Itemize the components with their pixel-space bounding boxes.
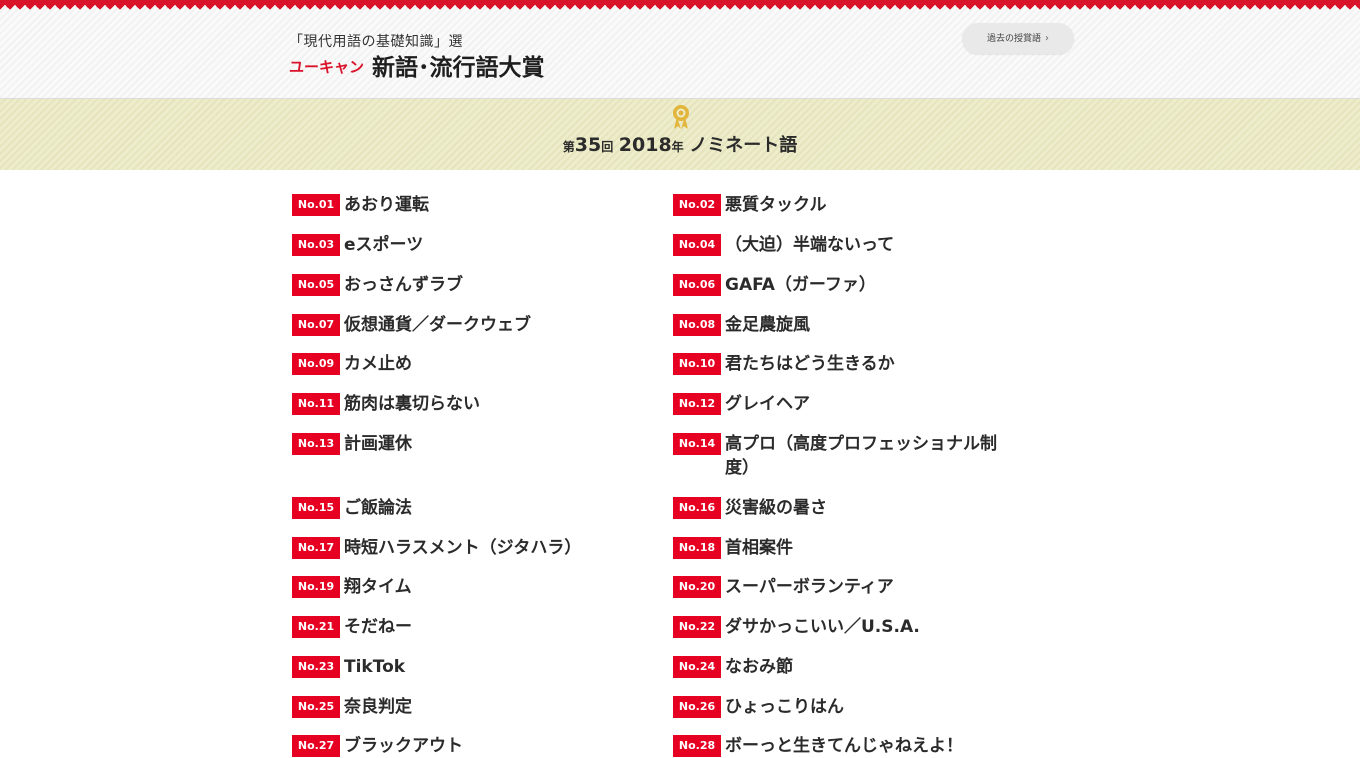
nominee-number-badge: No.15 <box>292 497 340 519</box>
nominee-word: GAFA（ガーファ） <box>725 275 876 295</box>
nominee-number-badge: No.07 <box>292 314 340 336</box>
nominee-number-badge: No.14 <box>673 433 721 455</box>
nominee-number-badge: No.26 <box>673 696 721 718</box>
nominee-number-badge: No.04 <box>673 234 721 256</box>
nominee-number-badge: No.23 <box>292 656 340 678</box>
nominee-word: ダサかっこいい／U.S.A. <box>725 617 920 637</box>
nominee-word: そだねー <box>344 617 412 637</box>
nominee-number-badge: No.20 <box>673 576 721 598</box>
nominee-word: 首相案件 <box>725 538 793 558</box>
nominee-word: おっさんずラブ <box>344 275 463 295</box>
nominee-word: 仮想通貨／ダークウェブ <box>344 315 531 335</box>
nominee-word: eスポーツ <box>344 235 424 255</box>
nominee-word: 翔タイム <box>344 577 412 597</box>
nominee-number-badge: No.18 <box>673 537 721 559</box>
nominee-word: なおみ節 <box>725 657 793 677</box>
nominee-number-badge: No.11 <box>292 393 340 415</box>
nominee-word: TikTok <box>344 657 406 677</box>
nominee-word: 時短ハラスメント（ジタハラ） <box>344 538 582 558</box>
nominee-number-badge: No.03 <box>292 234 340 256</box>
nominee-number-badge: No.19 <box>292 576 340 598</box>
nominee-number-badge: No.21 <box>292 616 340 638</box>
nominee-number-badge: No.05 <box>292 274 340 296</box>
nominee-number-badge: No.27 <box>292 735 340 757</box>
nominee-number-badge: No.16 <box>673 497 721 519</box>
nominee-word: 金足農旋風 <box>725 315 810 335</box>
nominee-word: （大迫）半端ないって <box>725 235 895 255</box>
nominee-word: ブラックアウト <box>344 736 463 756</box>
nominee-number-badge: No.06 <box>673 274 721 296</box>
nominee-word: 悪質タックル <box>725 195 827 215</box>
nominee-number-badge: No.17 <box>292 537 340 559</box>
nominee-number-badge: No.02 <box>673 194 721 216</box>
nominee-word: グレイヘア <box>725 394 810 414</box>
nominee-number-badge: No.28 <box>673 735 721 757</box>
nominee-number-badge: No.22 <box>673 616 721 638</box>
nominee-number-badge: No.24 <box>673 656 721 678</box>
nominee-word: 災害級の暑さ <box>725 498 827 518</box>
nominee-number-badge: No.01 <box>292 194 340 216</box>
nominee-number-badge: No.08 <box>673 314 721 336</box>
nominee-word: 奈良判定 <box>344 697 412 717</box>
nominee-word: ボーっと生きてんじゃねえよ！ <box>725 736 963 756</box>
nominee-word: カメ止め <box>344 354 412 374</box>
nominee-word: スーパーボランティア <box>725 577 894 597</box>
nominee-number-badge: No.13 <box>292 433 340 455</box>
nominee-number-badge: No.25 <box>292 696 340 718</box>
nominee-word: ご飯論法 <box>344 498 412 518</box>
nominee-word: 計画運休 <box>344 434 412 454</box>
nominee-word: 君たちはどう生きるか <box>725 354 895 374</box>
nominee-list: No.01 あおり運転 No.02 悪質タックル No.03 eスポーツ No.04 （… <box>0 0 1360 757</box>
nominee-number-badge: No.12 <box>673 393 721 415</box>
nominee-word: あおり運転 <box>344 195 429 215</box>
nominee-number-badge: No.09 <box>292 353 340 375</box>
nominee-word: 筋肉は裏切らない <box>344 394 480 414</box>
nominee-word: ひょっこりはん <box>725 697 844 717</box>
nominee-number-badge: No.10 <box>673 353 721 375</box>
nominee-word: 高プロ（高度プロフェッショナル制度） <box>725 434 997 478</box>
